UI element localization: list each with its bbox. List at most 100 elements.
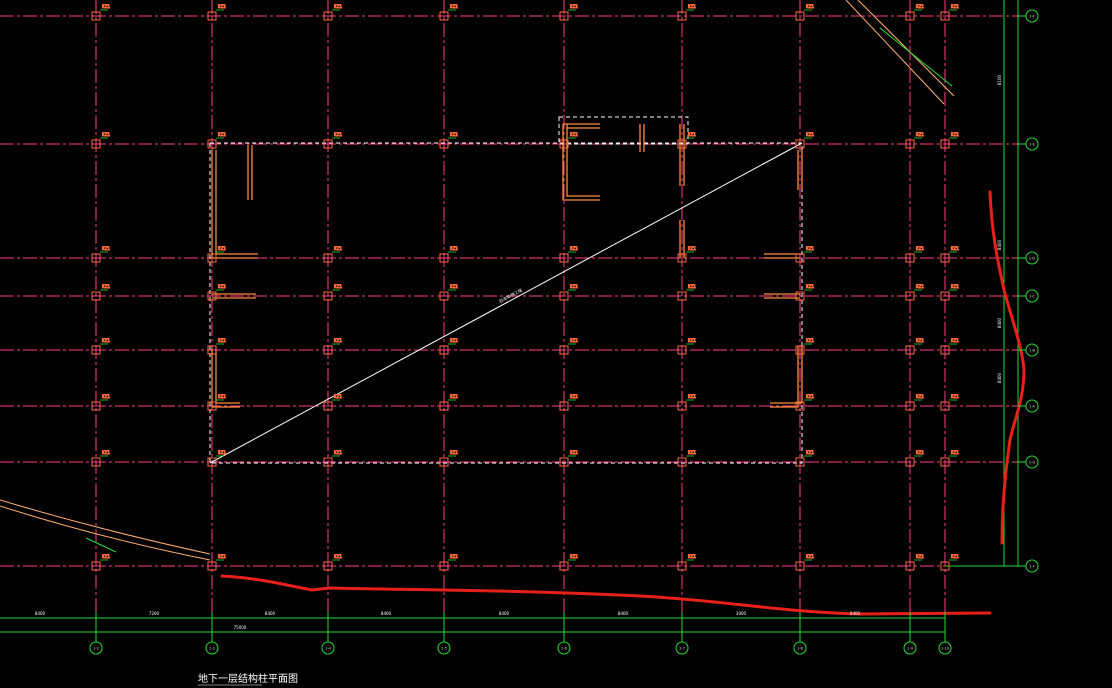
column-tag: KZ1 (102, 132, 110, 137)
column-tag: KZ1 (218, 4, 226, 9)
column-tag: KZ1 (218, 132, 226, 137)
column-tag: KZ1 (951, 246, 959, 251)
axis-bubble-label: 1-8 (797, 647, 803, 651)
column-tag: KZ1 (450, 394, 458, 399)
core-boundary (558, 116, 689, 145)
dimension-text: 8400 (997, 239, 1002, 250)
axis-bubble-label: 1-2 (93, 647, 99, 651)
column-tag: KZ1 (951, 284, 959, 289)
axis-bubble-label: 1-F (1029, 565, 1035, 569)
column-tag: KZ1 (218, 284, 226, 289)
axis-bubble-label: 1-9 (907, 647, 913, 651)
column-tag: KZ1 (102, 4, 110, 9)
column-tag: KZ1 (806, 4, 814, 9)
column-tag: KZ1 (450, 4, 458, 9)
column-tag: KZ1 (806, 394, 814, 399)
column-tag: KZ1 (688, 394, 696, 399)
column-tag: KZ1 (688, 246, 696, 251)
column-tag: KZ1 (102, 338, 110, 343)
column-tag: KZ1 (806, 450, 814, 455)
column-tag: KZ1 (334, 132, 342, 137)
column-tag: KZ1 (102, 284, 110, 289)
column-tag: KZ1 (806, 284, 814, 289)
dimension-text: 8400 (381, 611, 392, 616)
axis-bubble-label: 1-C (1029, 295, 1035, 299)
dimension-text: 3000 (736, 611, 747, 616)
shear-walls (211, 123, 803, 408)
diagonal-line (209, 142, 803, 464)
axis-bubble-label: 1-B (1029, 349, 1035, 353)
column-tag: KZ1 (688, 4, 696, 9)
column-tag: KZ1 (218, 554, 226, 559)
column-tag: KZ1 (951, 338, 959, 343)
column-tag: KZ1 (688, 338, 696, 343)
dimension-text: 8100 (997, 74, 1002, 85)
column-tag: KZ1 (450, 338, 458, 343)
structural-drawing-canvas: 后浇带/施工缝 KZ1 KZ1 KZ1 KZ1 KZ1 KZ1 KZ1 KZ1 KZ1KZ1 KZ… (0, 0, 1039, 686)
column-tag: KZ1 (916, 338, 924, 343)
column-tag: KZ1 (570, 132, 578, 137)
diagonal-label: 后浇带/施工缝 (498, 287, 523, 304)
dimension-texts: 8400 7200 8400 8400 8400 8400 3000 8400 75000 810… (35, 74, 1002, 630)
column-tag: KZ1 (688, 132, 696, 137)
column-tag: KZ1 (570, 394, 578, 399)
column-tag: KZ1 (916, 394, 924, 399)
column-tag: KZ1 (806, 132, 814, 137)
column-tag: KZ1 (916, 450, 924, 455)
columns: KZ1 KZ1 KZ1 KZ1 KZ1 KZ1 KZ1 KZ1 KZ1 KZ1 KZ1 KZ1 KZ1 K… (91, 4, 960, 571)
column-tag: KZ1 (218, 450, 226, 455)
column-tag: KZ1 (102, 554, 110, 559)
column-tag: KZ1 (951, 450, 959, 455)
column-tag: KZ1 (450, 246, 458, 251)
red-annotations (220, 190, 1026, 616)
axis-bubble-label: 1-G (1029, 461, 1036, 465)
column-tag: KZ1 (450, 450, 458, 455)
drawing-title: 地下一层结构柱平面图 (198, 672, 298, 685)
column-tag: KZ1 (951, 394, 959, 399)
column-tag: KZ1 (450, 284, 458, 289)
column-tag: KZ1 (334, 554, 342, 559)
column-tag: KZ1 (916, 4, 924, 9)
column-tag: KZ1 (806, 338, 814, 343)
column-tag: KZ1 (916, 554, 924, 559)
column-tag: KZ1 (688, 284, 696, 289)
column-tag: KZ1 (102, 394, 110, 399)
column-tag: KZ1 (218, 246, 226, 251)
dimension-text: 7200 (149, 611, 160, 616)
column-tag: KZ1 (450, 554, 458, 559)
dimension-text: 8400 (850, 611, 861, 616)
axis-bubble-label: 1-A (1029, 405, 1035, 409)
column-tag: KZ1 (334, 284, 342, 289)
column-tag: KZ1 (334, 246, 342, 251)
column-tag: KZ1 (570, 4, 578, 9)
column-tag: KZ1 (570, 450, 578, 455)
column-tag: KZ1 (334, 4, 342, 9)
axis-bubble-label: 1-5 (441, 647, 447, 651)
axis-bubble-label: 1-6 (561, 647, 567, 651)
axis-grid (0, 0, 1018, 628)
column-tag: KZ1 (570, 246, 578, 251)
column-tag: KZ1 (916, 132, 924, 137)
dimension-text: 8400 (499, 611, 510, 616)
column-tag: KZ1 (102, 450, 110, 455)
column-tag: KZ1 (334, 394, 342, 399)
column-tag: KZ1 (688, 450, 696, 455)
column-tag: KZ1 (688, 554, 696, 559)
axis-bubble-label: 1-3 (209, 647, 215, 651)
column-tag: KZ1 (570, 554, 578, 559)
overall-dimension: 75000 (234, 625, 247, 630)
column-tag: KZ1 (570, 338, 578, 343)
axis-bubble-label: 1-7 (679, 647, 685, 651)
axis-bubble-label: 1-D (1029, 257, 1035, 261)
dimension-text: 8400 (35, 611, 46, 616)
dimension-lines (0, 0, 1019, 633)
dimension-text: 8400 (997, 317, 1002, 328)
axis-bubble-label: 1-4 (325, 647, 331, 651)
column-tag: KZ1 (218, 338, 226, 343)
dimension-text: 8400 (265, 611, 276, 616)
column-tag: KZ1 (806, 246, 814, 251)
dimension-text: 8400 (618, 611, 629, 616)
column-tag: KZ1 (218, 394, 226, 399)
ramp-bottom-left (0, 499, 211, 561)
column-tag: KZ1 (102, 246, 110, 251)
